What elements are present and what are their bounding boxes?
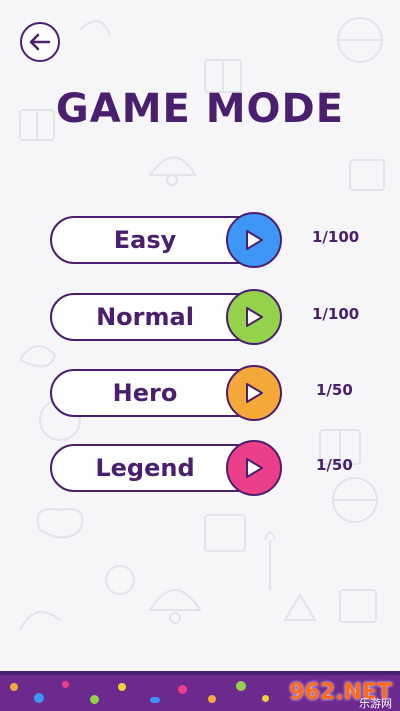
- watermark-subtitle: 乐游网: [359, 697, 392, 710]
- arrow-left-icon: [29, 33, 51, 51]
- play-button-normal[interactable]: [226, 289, 282, 345]
- play-icon: [246, 458, 263, 478]
- confetti-dot: [90, 695, 99, 704]
- confetti-dot: [236, 681, 246, 691]
- play-icon: [246, 230, 263, 250]
- page-title: GAME MODE: [55, 86, 345, 132]
- confetti-dot: [62, 681, 69, 688]
- play-button-legend[interactable]: [226, 440, 282, 496]
- mode-label: Normal: [96, 303, 194, 331]
- mode-row-legend: Legend 1/50: [50, 440, 370, 496]
- back-button[interactable]: [20, 22, 60, 62]
- mode-row-easy: Easy 1/100: [50, 212, 370, 268]
- play-button-hero[interactable]: [226, 365, 282, 421]
- confetti-dot: [262, 695, 269, 702]
- mode-label: Legend: [95, 454, 195, 482]
- mode-row-hero: Hero 1/50: [50, 365, 370, 421]
- confetti-dot: [34, 693, 44, 703]
- confetti-dot: [10, 683, 18, 691]
- mode-label: Hero: [112, 379, 178, 407]
- play-button-easy[interactable]: [226, 212, 282, 268]
- mode-row-normal: Normal 1/100: [50, 289, 370, 345]
- confetti-dot: [208, 695, 216, 703]
- mode-progress: 1/50: [316, 381, 353, 399]
- mode-progress: 1/50: [316, 456, 353, 474]
- confetti-dot: [118, 683, 126, 691]
- confetti-footer: 962.NET 乐游网: [0, 671, 400, 711]
- mode-progress: 1/100: [312, 228, 360, 246]
- confetti-dot: [150, 697, 160, 703]
- footer-border: [0, 671, 400, 675]
- mode-label: Easy: [113, 226, 177, 254]
- play-icon: [246, 307, 263, 327]
- play-icon: [246, 383, 263, 403]
- confetti-dot: [178, 685, 187, 694]
- mode-progress: 1/100: [312, 305, 360, 323]
